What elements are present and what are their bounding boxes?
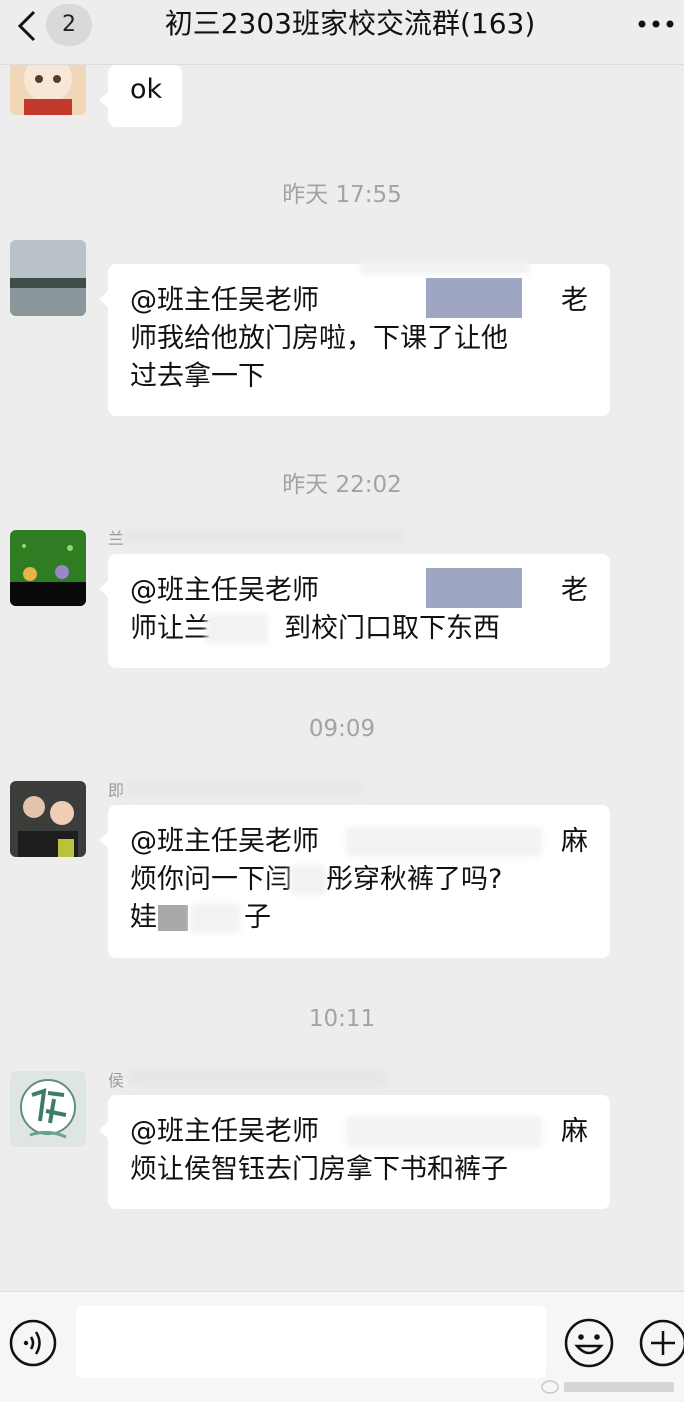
back-button[interactable] — [8, 6, 48, 46]
message-text: 老 — [561, 575, 588, 606]
timestamp: 昨天 17:55 — [282, 182, 402, 208]
cat-face-icon — [10, 65, 86, 115]
message-bubble[interactable]: @班主任吴老师 麻 烦让侯智钰去门房拿下书和裤子 — [99, 1095, 610, 1209]
selfie-photo-avatar[interactable] — [10, 781, 86, 857]
mention-text: @班主任吴老师 — [130, 1116, 319, 1147]
plus-circle-icon — [639, 1319, 684, 1367]
people-photo-icon — [10, 781, 86, 857]
message-input[interactable] — [76, 1306, 546, 1378]
sender-name: 侯 — [108, 1071, 125, 1090]
redaction-blur — [125, 781, 365, 795]
message-text: 师我给他放门房啦，下课了让他 — [130, 323, 508, 354]
voice-input-icon — [9, 1319, 57, 1367]
mention-text: @班主任吴老师 — [130, 285, 319, 316]
emoji-button[interactable] — [562, 1316, 616, 1370]
message-text: 老 — [561, 285, 588, 316]
redacted-mosaic — [426, 568, 522, 608]
lake-scenery-avatar[interactable] — [10, 240, 86, 316]
message-text: 烦你问一下闫 — [130, 864, 292, 895]
message-text: 师让兰 — [130, 613, 211, 644]
message-list[interactable]: ok 昨天 17:55 @班主任吴老师 老 师我给他放门房啦，下课了让他 过去拿… — [0, 65, 684, 1291]
redacted-mosaic — [426, 278, 522, 318]
sender-name: 即 — [108, 781, 125, 800]
chat-header: 2 初三2303班家校交流群(163) — [0, 0, 684, 65]
chat-title: 初三2303班家校交流群(163) — [164, 7, 536, 40]
message-bubble[interactable]: @班主任吴老师 老 师让兰 到校门口取下东西 — [99, 554, 610, 668]
redaction-blur — [290, 865, 326, 895]
sender-name: 兰 — [108, 529, 125, 548]
message-text: 到校门口取下东西 — [284, 613, 500, 644]
redaction-blur — [206, 614, 268, 644]
hou-calligraphy-avatar[interactable] — [10, 1071, 86, 1147]
message-text: ok — [130, 74, 163, 105]
message-text: 麻 — [561, 1116, 588, 1147]
snail-cartoon-icon — [10, 530, 86, 606]
more-functions-button[interactable] — [636, 1316, 684, 1370]
calligraphy-logo-icon — [10, 1071, 86, 1147]
message-text: 娃 — [130, 902, 157, 933]
more-dots-icon — [638, 20, 674, 28]
redaction-blur — [346, 827, 542, 857]
green-snail-avatar[interactable] — [10, 530, 86, 606]
voice-button[interactable] — [8, 1318, 58, 1368]
redaction-blur — [128, 1069, 388, 1087]
mention-text: @班主任吴老师 — [130, 575, 319, 606]
message-bubble[interactable]: ok — [99, 65, 182, 127]
message-bubble[interactable]: @班主任吴老师 麻 烦你问一下闫 彤穿秋裤了吗? 娃 子 — [99, 805, 610, 958]
message-text: 烦让侯智钰去门房拿下书和裤子 — [130, 1154, 508, 1185]
redacted-mosaic — [158, 905, 188, 931]
timestamp: 10:11 — [308, 1006, 376, 1032]
redaction-blur — [190, 903, 240, 933]
redaction-blur — [360, 260, 530, 274]
timestamp: 昨天 22:02 — [282, 472, 402, 498]
message-text: 子 — [244, 902, 271, 933]
redaction-blur — [346, 1117, 542, 1147]
message-bubble[interactable]: @班主任吴老师 老 师我给他放门房啦，下课了让他 过去拿一下 — [99, 260, 610, 416]
watermark-logo — [540, 1378, 680, 1396]
message-text: 彤穿秋裤了吗? — [326, 864, 503, 895]
cartoon-cat-avatar[interactable] — [10, 65, 86, 115]
weibo-watermark-icon — [541, 1380, 674, 1394]
landscape-photo-icon — [10, 240, 86, 316]
message-text: 过去拿一下 — [130, 361, 265, 392]
timestamp: 09:09 — [308, 716, 376, 742]
chevron-left-icon — [17, 10, 36, 42]
more-button[interactable] — [636, 14, 676, 34]
emoji-icon — [564, 1318, 614, 1368]
message-text: 麻 — [561, 826, 588, 857]
mention-text: @班主任吴老师 — [130, 826, 319, 857]
redaction-blur — [125, 529, 405, 543]
unread-count-badge[interactable]: 2 — [46, 4, 92, 46]
